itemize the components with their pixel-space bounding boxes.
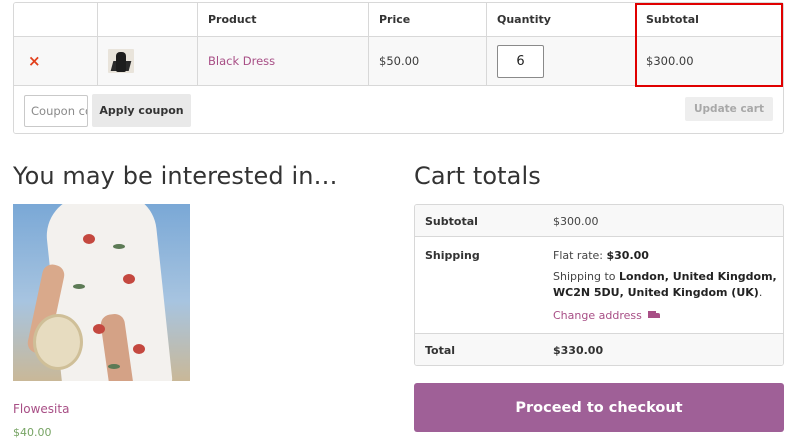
shipping-to-prefix: Shipping to xyxy=(553,270,620,283)
remove-item-icon[interactable]: × xyxy=(28,53,41,69)
product-cell: Black Dress xyxy=(198,37,369,85)
change-address-link[interactable]: Change address xyxy=(553,309,660,322)
totals-subtotal-label: Subtotal xyxy=(425,215,478,228)
cart-actions: Coupon code Apply coupon Update cart xyxy=(14,87,783,133)
header-price: Price xyxy=(369,3,487,36)
shipping-to-suffix: . xyxy=(758,286,763,299)
price-cell: $50.00 xyxy=(369,37,487,85)
change-address-label: Change address xyxy=(553,309,642,322)
cart-table: Product Price Quantity Subtotal × Black … xyxy=(13,2,784,134)
thumbnail-cell xyxy=(98,37,198,85)
product-name-flowesita[interactable]: Flowesita xyxy=(13,402,69,416)
header-thumbnail xyxy=(98,3,198,36)
shipping-destination: Shipping to London, United Kingdom, WC2N… xyxy=(553,269,778,301)
remove-cell: × xyxy=(14,37,98,85)
header-quantity: Quantity xyxy=(487,3,636,36)
header-product: Product xyxy=(198,3,369,36)
subtotal-cell: $300.00 xyxy=(646,54,694,68)
proceed-to-checkout-button[interactable]: Proceed to checkout xyxy=(414,383,784,432)
header-subtotal: Subtotal xyxy=(646,13,699,26)
flat-rate-text: Flat rate: $30.00 xyxy=(553,249,649,262)
totals-subtotal-value: $300.00 xyxy=(553,215,599,228)
product-link-black-dress[interactable]: Black Dress xyxy=(208,54,275,68)
truck-icon xyxy=(647,311,660,320)
totals-subtotal-row: Subtotal $300.00 xyxy=(415,205,783,237)
product-image-flowesita[interactable] xyxy=(13,204,190,381)
header-remove xyxy=(14,3,98,36)
flat-rate-prefix: Flat rate: xyxy=(553,249,607,262)
totals-total-label: Total xyxy=(425,344,456,357)
quantity-cell xyxy=(487,37,636,85)
totals-shipping-label: Shipping xyxy=(425,249,480,262)
apply-coupon-button[interactable]: Apply coupon xyxy=(92,94,191,127)
interested-title: You may be interested in… xyxy=(13,162,338,190)
totals-shipping-row: Shipping Flat rate: $30.00 Shipping to L… xyxy=(415,237,783,334)
product-price-flowesita: $40.00 xyxy=(13,426,52,439)
cart-table-header: Product Price Quantity Subtotal xyxy=(14,3,783,37)
quantity-input[interactable] xyxy=(497,44,544,78)
flat-rate-value: $30.00 xyxy=(606,249,649,262)
totals-total-value: $330.00 xyxy=(553,344,604,357)
cart-totals-table: Subtotal $300.00 Shipping Flat rate: $30… xyxy=(414,204,784,366)
product-thumbnail[interactable] xyxy=(108,49,134,73)
update-cart-button[interactable]: Update cart xyxy=(685,97,773,121)
table-row: × Black Dress $50.00 $300.00 xyxy=(14,37,783,86)
cart-totals-title: Cart totals xyxy=(414,162,541,190)
totals-total-row: Total $330.00 xyxy=(415,334,783,365)
coupon-code-input[interactable]: Coupon code xyxy=(24,95,88,127)
